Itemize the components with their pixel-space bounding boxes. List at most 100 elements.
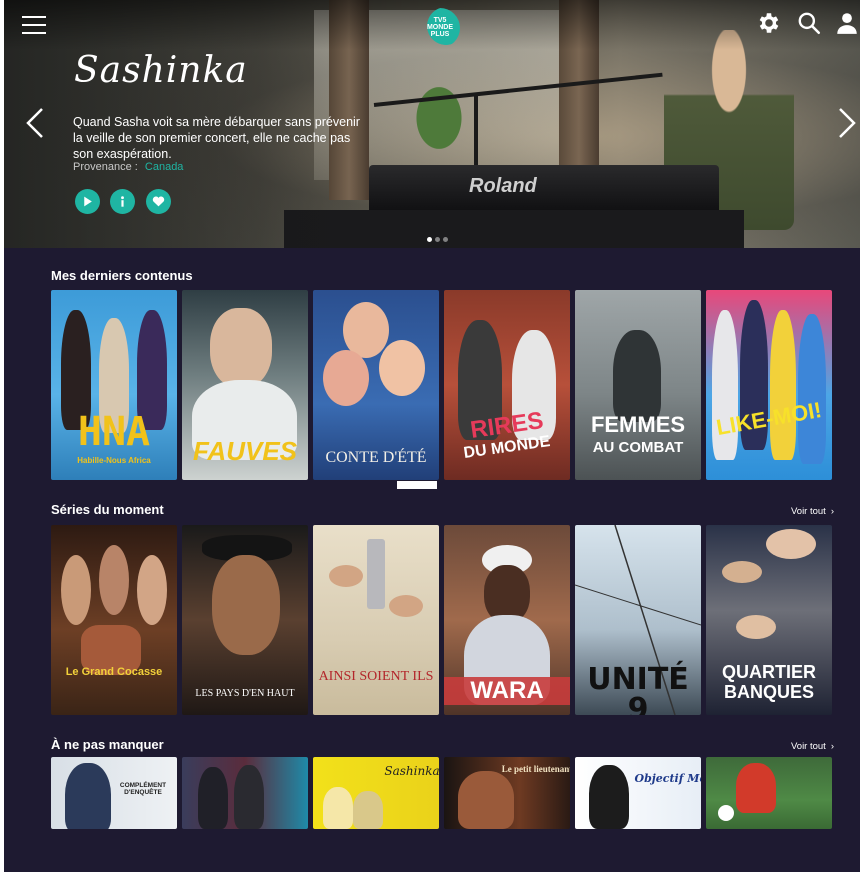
poster-title: Le Grand Cocasse [65, 666, 163, 678]
poster-figure [718, 805, 734, 821]
see-all-label: Voir tout [790, 741, 826, 752]
poster-title: UNITÉ 9 [587, 662, 689, 716]
poster-like-moi[interactable]: LIKE-MOI! [706, 290, 832, 480]
logo-text: TV5 MONDE PLUS [420, 17, 460, 38]
tv5monde-plus-logo[interactable]: TV5 MONDE PLUS [420, 8, 460, 48]
poster-ainsi-soient-ils[interactable]: AINSI SOIENT ILS [313, 525, 439, 715]
poster-figure [210, 308, 272, 388]
row-a-ne-pas-manquer: COMPLÉMENT D'ENQUÊTE Sashinka Le petit l… [51, 757, 832, 829]
poster-figure [798, 314, 826, 464]
poster-rires-du-monde[interactable]: RIRES DU MONDE [444, 290, 570, 480]
poster-figure [722, 561, 762, 583]
logo-line: PLUS [430, 31, 450, 38]
poster-le-grand-cocasse[interactable]: Le Grand Cocasse [51, 525, 177, 715]
info-icon [121, 196, 124, 207]
chevron-right-icon: › [830, 506, 834, 517]
piano-brand: Roland [469, 175, 537, 197]
heart-icon [152, 196, 165, 207]
poster-title: FAUVES [192, 436, 298, 466]
slide-dot[interactable] [427, 237, 432, 242]
thumb-objectif-monde[interactable]: Objectif Monde [575, 757, 701, 829]
poster-fauves[interactable]: FAUVES [182, 290, 308, 480]
hero-title: Sashinka [74, 50, 248, 91]
poster-wara[interactable]: WARA [444, 525, 570, 715]
info-button[interactable] [110, 189, 135, 214]
thumb-complement-denquete[interactable]: COMPLÉMENT D'ENQUÊTE [51, 757, 177, 829]
play-button[interactable] [75, 189, 100, 214]
white-bar [397, 481, 437, 489]
poster-femmes-au-combat[interactable]: FEMMES AU COMBAT [575, 290, 701, 480]
section-title-series-du-moment: Séries du moment [51, 502, 164, 517]
poster-figure [323, 787, 353, 829]
poster-figure [389, 595, 423, 617]
favorite-button[interactable] [146, 189, 171, 214]
poster-subtitle: BANQUES [723, 682, 814, 702]
thumb-football[interactable] [706, 757, 832, 829]
menu-bar [22, 16, 46, 18]
thumb-title: Le petit lieutenant [501, 764, 570, 774]
poster-figure [766, 529, 816, 559]
poster-figure [379, 340, 425, 396]
provenance-value[interactable]: Canada [145, 161, 184, 173]
plant [404, 70, 474, 150]
thumb-title: Sashinka [384, 764, 439, 778]
poster-title: WARA [444, 677, 570, 705]
provenance-label: Provenance : [73, 161, 138, 173]
poster-figure [770, 310, 796, 460]
slide-dot[interactable] [443, 237, 448, 242]
thumb-le-petit-lieutenant[interactable]: Le petit lieutenant [444, 757, 570, 829]
slide-dot[interactable] [435, 237, 440, 242]
poster-quartier-des-banques[interactable]: QUARTIER BANQUES [706, 525, 832, 715]
poster-figure [61, 555, 91, 625]
poster-conte-dete[interactable]: CONTE D'ÉTÉ [313, 290, 439, 480]
menu-bar [22, 24, 46, 26]
section-title-a-ne-pas-manquer: À ne pas manquer [51, 737, 164, 752]
poster-figure [613, 330, 661, 422]
poster-title: QUARTIER [722, 662, 816, 682]
see-all-series-link[interactable]: Voir tout › [791, 506, 834, 517]
poster-figure [234, 765, 264, 829]
hero-provenance: Provenance : Canada [73, 161, 183, 173]
poster-unite-9[interactable]: UNITÉ 9 [575, 525, 701, 715]
user-icon[interactable] [834, 10, 860, 36]
menu-bar [22, 32, 46, 34]
see-all-label: Voir tout [790, 506, 826, 517]
poster-figure [212, 555, 280, 655]
poster-subtitle: Habille-Nous Africa [77, 456, 151, 465]
thumb-title: COMPLÉMENT D'ENQUÊTE [119, 782, 167, 796]
row-series-du-moment: Le Grand Cocasse LES PAYS D'EN HAUT AINS… [51, 525, 832, 715]
gear-icon[interactable] [756, 10, 782, 36]
poster-figure [353, 791, 383, 829]
app-screen: Roland TV5 MONDE PLUS Sashinka Quand Sas… [4, 0, 860, 872]
hero-description: Quand Sasha voit sa mère débarquer sans … [73, 115, 360, 161]
logo-line: MONDE [426, 24, 454, 31]
hamburger-menu-icon[interactable] [22, 16, 46, 36]
poster-title: CONTE D'ÉTÉ [325, 449, 427, 466]
thumb-sashinka[interactable]: Sashinka [313, 757, 439, 829]
poster-figure [65, 763, 111, 829]
poster-figure [198, 767, 228, 829]
see-all-a-ne-pas-manquer-link[interactable]: Voir tout › [791, 741, 834, 752]
poster-figure [323, 350, 369, 406]
poster-figure [458, 771, 514, 829]
thumb-title: Objectif Monde [634, 772, 702, 785]
search-icon[interactable] [796, 10, 822, 36]
hero-banner[interactable]: Roland TV5 MONDE PLUS Sashinka Quand Sas… [4, 0, 860, 248]
thumb-comedy[interactable] [182, 757, 308, 829]
poster-title: AINSI SOIENT ILS [318, 669, 434, 684]
chevron-right-icon: › [830, 741, 834, 752]
row-mes-derniers-contenus: HNA Habille-Nous Africa FAUVES CONTE D'É… [51, 290, 832, 480]
poster-subtitle: AU COMBAT [592, 439, 684, 456]
poster-figure [736, 763, 776, 813]
poster-title: LES PAYS D'EN HAUT [195, 688, 295, 699]
section-title-mes-derniers-contenus: Mes derniers contenus [51, 268, 193, 283]
poster-figure [137, 555, 167, 625]
play-icon [84, 196, 92, 207]
next-slide-arrow-icon[interactable] [836, 106, 858, 140]
previous-slide-arrow-icon[interactable] [24, 106, 46, 140]
poster-figure [367, 539, 385, 609]
poster-hna[interactable]: HNA Habille-Nous Africa [51, 290, 177, 480]
piano: Roland [369, 165, 719, 215]
logo-line: TV5 [433, 17, 447, 24]
poster-les-pays-den-haut[interactable]: LES PAYS D'EN HAUT [182, 525, 308, 715]
